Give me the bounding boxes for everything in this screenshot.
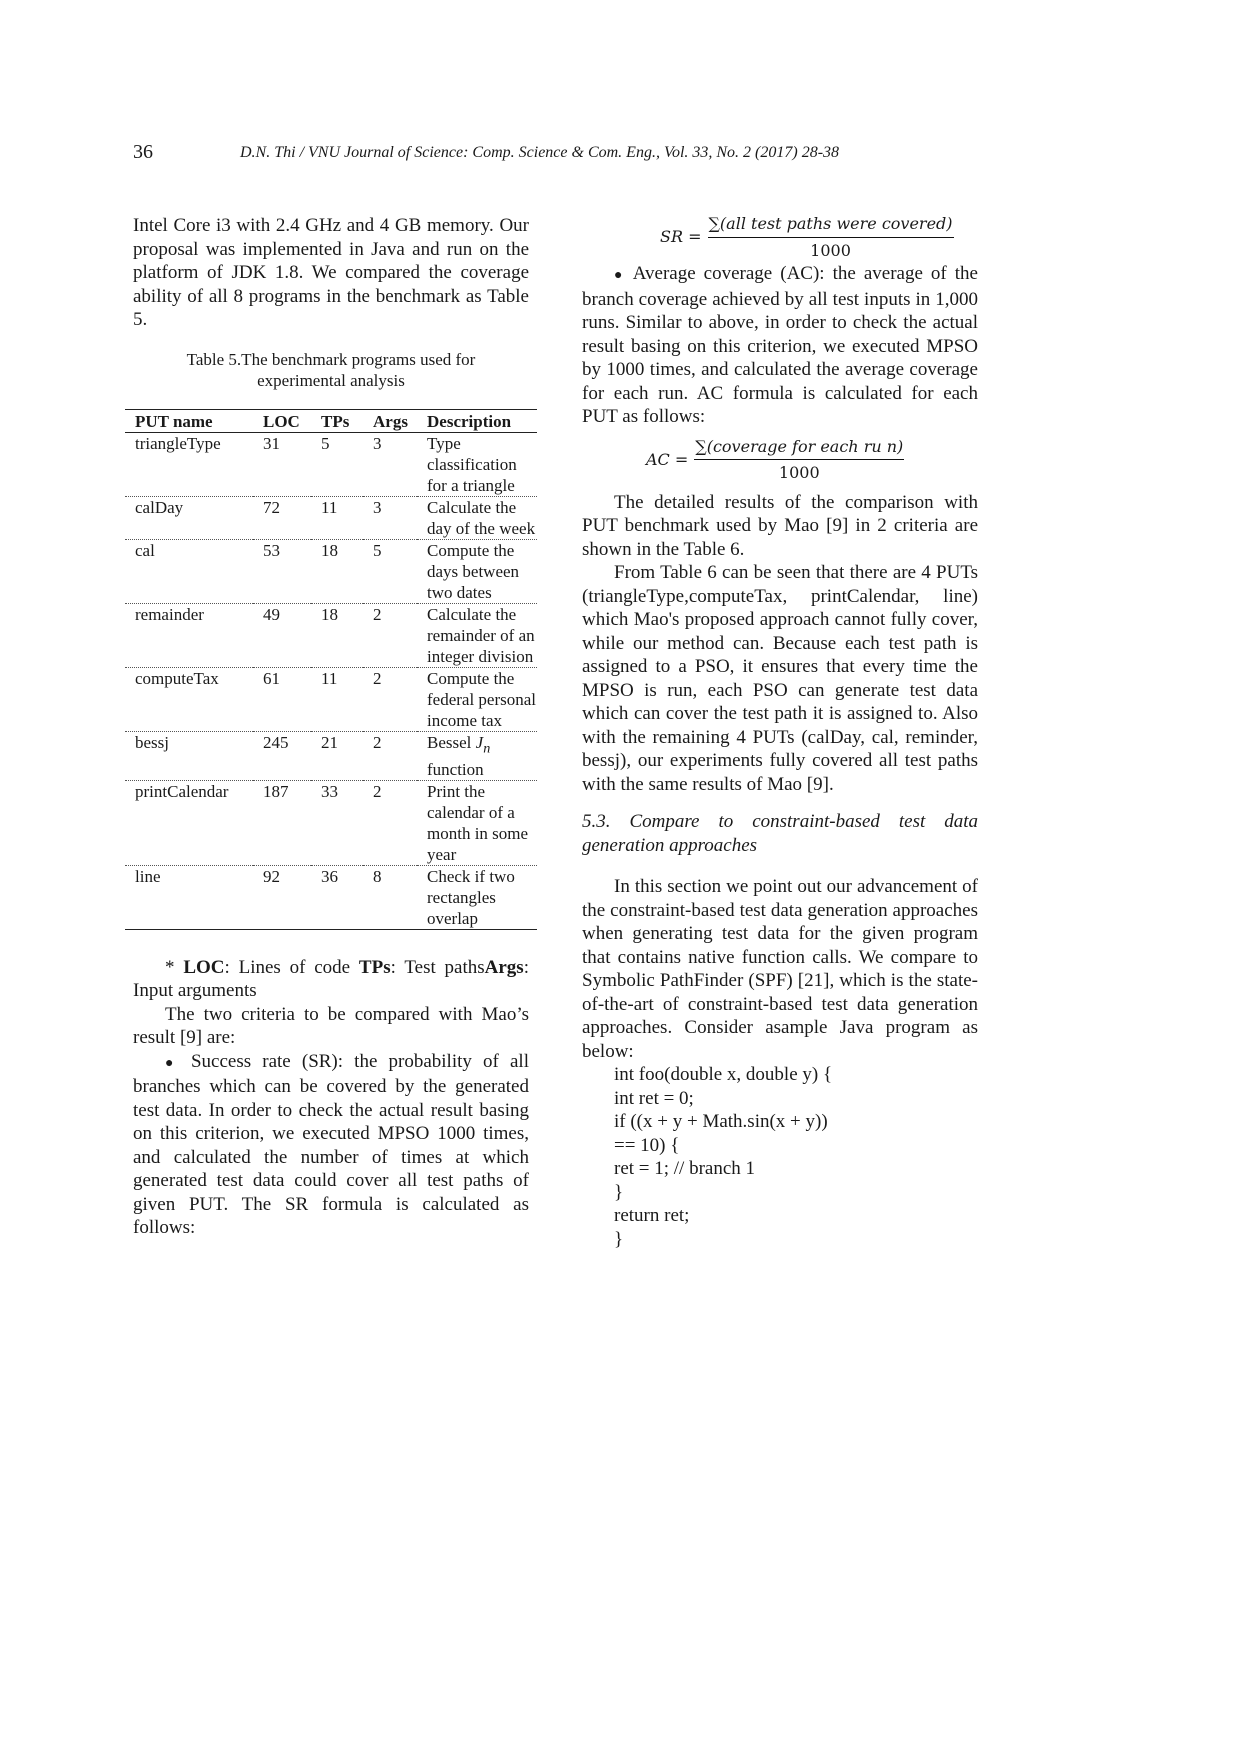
cell-args: 2 bbox=[363, 731, 417, 781]
table-footnote: * LOC: Lines of code TPs: Test pathsArgs… bbox=[133, 956, 529, 1002]
table-caption-line-2: experimental analysis bbox=[257, 370, 405, 390]
cell-description: Calculate the remainder of an integer di… bbox=[417, 603, 537, 668]
code-line: return ret; bbox=[614, 1205, 690, 1226]
desc-subscript: n bbox=[483, 739, 491, 756]
loc-label: LOC bbox=[183, 956, 225, 978]
code-line: } bbox=[614, 1181, 624, 1203]
header-tps: TPs bbox=[311, 408, 363, 433]
cell-description: Compute the federal personal income tax bbox=[417, 667, 537, 732]
sr-formula-lhs: SR = bbox=[660, 227, 702, 247]
table-caption-line-1: Table 5.The benchmark programs used for bbox=[186, 349, 476, 369]
benchmark-table: PUT name LOC TPs Args Description triang… bbox=[125, 408, 537, 930]
code-line: int foo(double x, double y) { bbox=[614, 1064, 833, 1085]
right-column: SR = ∑(all test paths were covered) 1000… bbox=[582, 214, 978, 1251]
code-line: == 10) { bbox=[614, 1134, 680, 1156]
sr-numerator: ∑(all test paths were covered) bbox=[707, 212, 954, 238]
table-row: line 92 36 8 Check if two rectangles ove… bbox=[125, 865, 537, 930]
header-args: Args bbox=[363, 408, 417, 433]
desc-suffix: function bbox=[427, 759, 484, 779]
ac-fraction: ∑(coverage for each ru n) 1000 bbox=[694, 435, 905, 485]
cell-description: Check if two rectangles overlap bbox=[417, 865, 537, 930]
table6-analysis-paragraph: From Table 6 can be seen that there are … bbox=[582, 562, 978, 795]
cell-args: 2 bbox=[363, 667, 417, 732]
sr-paragraph: ● Success rate (SR): the probability of … bbox=[133, 1050, 529, 1239]
cell-description: Compute the days between two dates bbox=[417, 539, 537, 604]
cell-args: 2 bbox=[363, 603, 417, 668]
table-row: printCalendar 187 33 2 Print the calenda… bbox=[125, 780, 537, 866]
cell-loc: 72 bbox=[253, 496, 311, 540]
cell-put-name: printCalendar bbox=[125, 780, 253, 866]
table-row: calDay 72 11 3 Calculate the day of the … bbox=[125, 496, 537, 540]
cell-args: 5 bbox=[363, 539, 417, 604]
section-paragraph: In this section we point out our advance… bbox=[582, 876, 978, 1062]
cell-description: Calculate the day of the week bbox=[417, 496, 537, 540]
table-row: triangleType 31 5 3 Type classification … bbox=[125, 432, 537, 497]
args-label: Args bbox=[484, 956, 524, 978]
running-head: 36 D.N. Thi / VNU Journal of Science: Co… bbox=[133, 141, 978, 165]
page-number: 36 bbox=[133, 141, 153, 163]
cell-tps: 11 bbox=[311, 667, 363, 732]
ac-formula: AC = ∑(coverage for each ru n) 1000 bbox=[646, 435, 978, 485]
ac-paragraph: ● Average coverage (AC): the average of … bbox=[582, 263, 978, 427]
table-row: remainder 49 18 2 Calculate the remainde… bbox=[125, 603, 537, 668]
header-put-name: PUT name bbox=[125, 408, 253, 433]
header-loc: LOC bbox=[253, 408, 311, 433]
intro-paragraph: Intel Core i3 with 2.4 GHz and 4 GB memo… bbox=[133, 215, 529, 330]
cell-put-name: computeTax bbox=[125, 667, 253, 732]
cell-put-name: triangleType bbox=[125, 432, 253, 497]
cell-loc: 187 bbox=[253, 780, 311, 866]
cell-tps: 21 bbox=[311, 731, 363, 781]
sr-denominator: 1000 bbox=[810, 240, 851, 260]
code-line: } bbox=[614, 1228, 624, 1250]
cell-args: 8 bbox=[363, 865, 417, 930]
desc-prefix: Bessel bbox=[427, 732, 476, 752]
cell-tps: 18 bbox=[311, 539, 363, 604]
cell-args: 2 bbox=[363, 780, 417, 866]
journal-citation: D.N. Thi / VNU Journal of Science: Comp.… bbox=[240, 144, 840, 161]
code-listing: int foo(double x, double y) { int ret = … bbox=[614, 1063, 978, 1251]
cell-loc: 31 bbox=[253, 432, 311, 497]
cell-tps: 18 bbox=[311, 603, 363, 668]
cell-tps: 36 bbox=[311, 865, 363, 930]
cell-description: Print the calendar of a month in some ye… bbox=[417, 780, 537, 866]
cell-loc: 61 bbox=[253, 667, 311, 732]
sr-formula: SR = ∑(all test paths were covered) 1000 bbox=[660, 212, 978, 262]
table-header-row: PUT name LOC TPs Args Description bbox=[125, 408, 537, 433]
cell-put-name: remainder bbox=[125, 603, 253, 668]
table-row: bessj 245 21 2 Bessel Jn function bbox=[125, 731, 537, 781]
cell-args: 3 bbox=[363, 496, 417, 540]
section-heading: 5.3. Compare to constraint-based test da… bbox=[582, 811, 978, 856]
code-line: if ((x + y + Math.sin(x + y)) bbox=[614, 1111, 828, 1132]
cell-tps: 33 bbox=[311, 780, 363, 866]
cell-loc: 245 bbox=[253, 731, 311, 781]
cell-put-name: line bbox=[125, 865, 253, 930]
cell-put-name: cal bbox=[125, 539, 253, 604]
cell-put-name: bessj bbox=[125, 731, 253, 781]
code-line: ret = 1; // branch 1 bbox=[614, 1158, 756, 1179]
cell-put-name: calDay bbox=[125, 496, 253, 540]
table-caption: Table 5.The benchmark programs used for … bbox=[133, 349, 529, 391]
ac-formula-lhs: AC = bbox=[646, 449, 689, 469]
bullet-icon: ● bbox=[614, 268, 626, 283]
cell-loc: 49 bbox=[253, 603, 311, 668]
cell-description: Type classification for a triangle bbox=[417, 432, 537, 497]
left-column: Intel Core i3 with 2.4 GHz and 4 GB memo… bbox=[125, 214, 537, 1240]
ac-denominator: 1000 bbox=[778, 463, 820, 482]
cell-loc: 92 bbox=[253, 865, 311, 930]
code-line: int ret = 0; bbox=[614, 1087, 694, 1109]
ac-numerator: ∑(coverage for each ru n) bbox=[694, 435, 905, 460]
cell-description: Bessel Jn function bbox=[417, 731, 537, 781]
cell-loc: 53 bbox=[253, 539, 311, 604]
cell-tps: 5 bbox=[311, 432, 363, 497]
sr-fraction: ∑(all test paths were covered) 1000 bbox=[707, 212, 954, 262]
table-row: cal 53 18 5 Compute the days between two… bbox=[125, 539, 537, 604]
criteria-intro-paragraph: The two criteria to be compared with Mao… bbox=[133, 1003, 529, 1049]
bullet-icon: ● bbox=[165, 1055, 180, 1071]
results-paragraph: The detailed results of the comparison w… bbox=[582, 491, 978, 560]
cell-tps: 11 bbox=[311, 496, 363, 540]
table-row: computeTax 61 11 2 Compute the federal p… bbox=[125, 667, 537, 732]
cell-args: 3 bbox=[363, 432, 417, 497]
tps-label: TPs bbox=[358, 956, 391, 978]
header-description: Description bbox=[417, 408, 537, 433]
